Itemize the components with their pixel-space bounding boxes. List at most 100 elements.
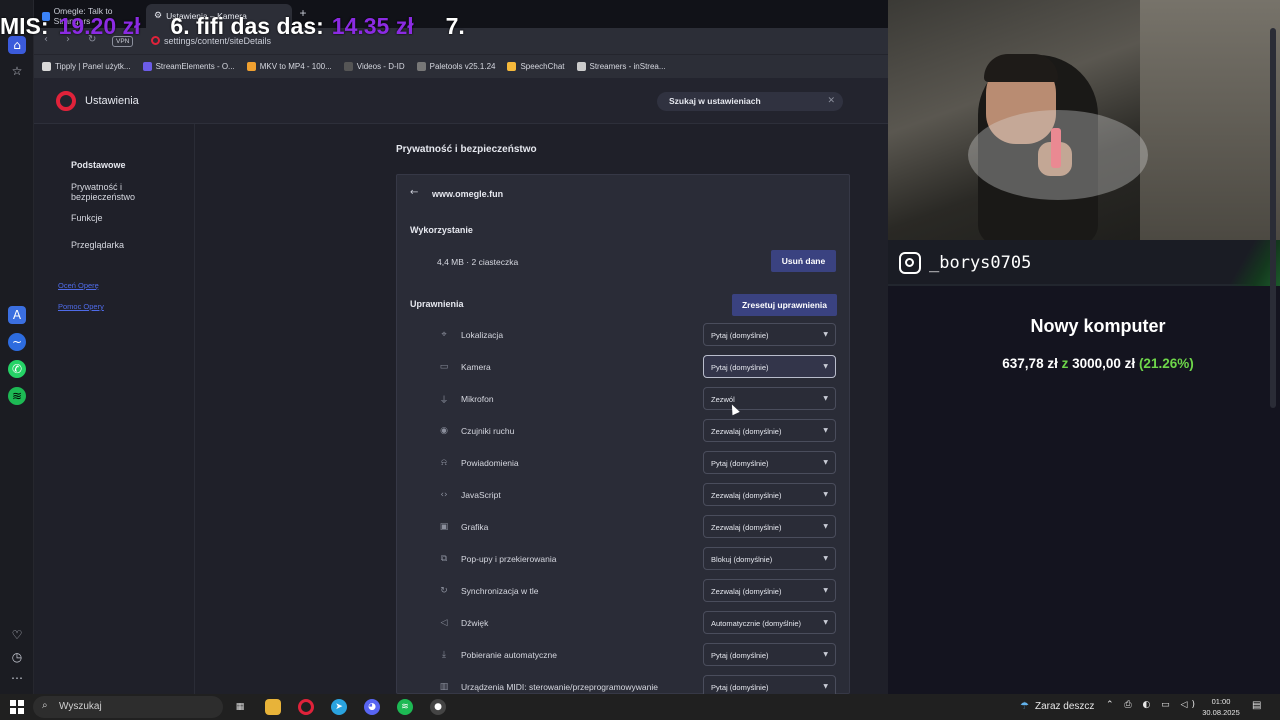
settings-header: Ustawienia Szukaj w ustawieniach ✕ xyxy=(34,78,888,124)
chevron-down-icon: ▼ xyxy=(823,427,828,434)
sync-icon: ↻ xyxy=(440,586,448,596)
section-title: Prywatność i bezpieczeństwo xyxy=(396,144,537,155)
star-icon[interactable]: ☆ xyxy=(8,62,26,80)
permission-select[interactable]: Blokuj (domyślnie) ▼ xyxy=(703,547,836,570)
permission-row: ⤓ Pobieranie automatyczne Pytaj (domyślnie… xyxy=(397,643,851,667)
taskbar-search-input[interactable]: ⌕ Wyszukaj xyxy=(33,696,223,718)
site-details-card: ← www.omegle.fun Wykorzystanie 4,4 MB · … xyxy=(396,174,851,698)
microphone-icon: ⏚ xyxy=(439,395,449,406)
opera-sidebar: ⌂ ☆ A ~ ✆ ≋ ♡ ◷ ⋯ xyxy=(0,0,34,694)
permission-row: ◉ Czujniki ruchu Zezwalaj (domyślnie) ▼ xyxy=(397,419,851,443)
clock[interactable]: 01:00 30.08.2025 xyxy=(1201,696,1241,718)
permission-value: Automatycznie (domyślnie) xyxy=(711,619,802,628)
opera-help-link[interactable]: Pomoc Opery xyxy=(58,302,104,311)
aria-icon[interactable]: A xyxy=(8,306,26,324)
start-button[interactable] xyxy=(10,700,24,714)
obs-icon[interactable]: ● xyxy=(430,699,446,715)
close-icon[interactable]: ✕ xyxy=(827,95,835,106)
chevron-down-icon: ▼ xyxy=(823,555,828,562)
spotify-icon[interactable]: ≋ xyxy=(8,387,26,405)
chevron-down-icon: ▼ xyxy=(823,491,828,498)
more-icon[interactable]: ⋯ xyxy=(8,669,26,687)
nav-item-privacy[interactable]: Prywatność i bezpieczeństwo xyxy=(71,182,155,202)
permission-row: ▭ Kamera Pytaj (domyślnie) ▼ xyxy=(397,355,851,379)
instagram-handle: _borys0705 xyxy=(929,253,1032,273)
permission-select[interactable]: Pytaj (domyślnie) ▼ xyxy=(703,451,836,474)
permission-value: Pytaj (domyślnie) xyxy=(711,459,769,468)
file-explorer-icon[interactable] xyxy=(265,699,281,715)
bookmark-item[interactable]: Paletools v25.1.24 xyxy=(416,62,495,71)
permission-row: ◁ Dźwięk Automatycznie (domyślnie) ▼ xyxy=(397,611,851,635)
permission-select[interactable]: Zezwalaj (domyślnie) ▼ xyxy=(703,579,836,602)
permission-select[interactable]: Zezwalaj (domyślnie) ▼ xyxy=(703,483,836,506)
windows-taskbar: ⌕ Wyszukaj ▦ ➤ ◕ ≋ ● ☂ Zaraz deszcz ⌃ ⎙ ◐… xyxy=(0,694,1280,720)
settings-search-input[interactable]: Szukaj w ustawieniach ✕ xyxy=(657,92,843,111)
task-view-icon[interactable]: ▦ xyxy=(232,699,248,715)
stream-panel: _borys0705 Nowy komputer 637,78 zł z 300… xyxy=(888,0,1280,694)
chevron-down-icon: ▼ xyxy=(823,395,828,402)
messenger-icon[interactable]: ~ xyxy=(8,333,26,351)
weather-widget[interactable]: ☂ Zaraz deszcz xyxy=(1020,701,1094,712)
midi-icon: ▥ xyxy=(439,682,449,692)
bookmark-favicon-icon xyxy=(142,62,152,71)
bookmark-item[interactable]: MKV to MP4 - 100... xyxy=(246,62,332,71)
bookmark-item[interactable]: StreamElements - O... xyxy=(142,62,235,71)
permission-select[interactable]: Pytaj (domyślnie) ▼ xyxy=(703,355,836,378)
permission-value: Pytaj (domyślnie) xyxy=(711,683,769,692)
code-icon: ‹› xyxy=(440,490,448,500)
page-scrollbar[interactable] xyxy=(1270,28,1276,408)
bookmark-item[interactable]: Streamers - inStrea... xyxy=(576,62,666,71)
permission-select[interactable]: Zezwalaj (domyślnie) ▼ xyxy=(703,515,836,538)
bookmark-favicon-icon xyxy=(42,62,51,71)
ticker-part2-value: 14.35 zł xyxy=(331,12,414,39)
opera-taskbar-icon[interactable] xyxy=(298,699,314,715)
history-icon[interactable]: ◷ xyxy=(8,648,26,666)
nav-item-basic[interactable]: Podstawowe xyxy=(71,160,126,170)
usage-heading: Wykorzystanie xyxy=(410,225,473,235)
whatsapp-icon[interactable]: ✆ xyxy=(8,360,26,378)
opera-logo-icon xyxy=(56,91,76,111)
telegram-icon[interactable]: ➤ xyxy=(331,699,347,715)
instagram-icon xyxy=(899,252,921,274)
permission-value: Pytaj (domyślnie) xyxy=(711,651,769,660)
permission-row: ⌖ Lokalizacja Pytaj (domyślnie) ▼ xyxy=(397,323,851,347)
chevron-down-icon: ▼ xyxy=(823,651,828,658)
discord-icon[interactable]: ◕ xyxy=(364,699,380,715)
chevron-down-icon: ▼ xyxy=(823,523,828,530)
reset-permissions-button[interactable]: Zresetuj uprawnienia xyxy=(732,294,837,316)
back-arrow-icon[interactable]: ← xyxy=(410,187,418,198)
permission-select[interactable]: Automatycznie (domyślnie) ▼ xyxy=(703,611,836,634)
clock-time: 01:00 xyxy=(1211,697,1231,706)
chevron-down-icon: ▼ xyxy=(823,459,828,466)
nav-item-browser[interactable]: Przeglądarka xyxy=(71,240,124,250)
bookmark-item[interactable]: Videos - D-ID xyxy=(343,62,405,71)
settings-search-text: Szukaj w ustawieniach xyxy=(669,96,761,106)
permission-value: Pytaj (domyślnie) xyxy=(711,331,769,340)
bookmarks-bar: Tipply | Panel użytk... StreamElements - … xyxy=(34,54,888,78)
download-icon: ⤓ xyxy=(442,650,446,660)
chevron-down-icon: ▼ xyxy=(823,363,828,370)
bookmark-item[interactable]: Tipply | Panel użytk... xyxy=(42,62,131,71)
goal-of: z xyxy=(1061,356,1069,371)
permission-select[interactable]: Zezwalaj (domyślnie) ▼ xyxy=(703,419,836,442)
heart-icon[interactable]: ♡ xyxy=(8,626,26,644)
permission-select[interactable]: Zezwól ▼ xyxy=(703,387,836,410)
goal-title: Nowy komputer xyxy=(1030,316,1166,336)
permission-value: Zezwalaj (domyślnie) xyxy=(711,427,782,436)
permission-select[interactable]: Pytaj (domyślnie) ▼ xyxy=(703,323,836,346)
nav-item-features[interactable]: Funkcje xyxy=(71,213,103,223)
spotify-taskbar-icon[interactable]: ≋ xyxy=(397,699,413,715)
permissions-heading: Uprawnienia xyxy=(410,299,464,309)
goal-target: 3000,00 zł xyxy=(1072,356,1136,371)
bookmark-label: Streamers - inStrea... xyxy=(589,62,666,71)
settings-page: Ustawienia Szukaj w ustawieniach ✕ Podst… xyxy=(34,78,888,698)
permission-select[interactable]: Pytaj (domyślnie) ▼ xyxy=(703,643,836,666)
popup-icon: ⧉ xyxy=(440,554,448,564)
notification-icon[interactable]: ▤ xyxy=(1252,700,1261,711)
rate-opera-link[interactable]: Oceń Operę xyxy=(58,281,99,290)
clear-data-button[interactable]: Usuń dane xyxy=(771,250,836,272)
system-tray[interactable]: ⌃ ⎙ ◐ ▭ ◁) xyxy=(1106,700,1199,710)
chevron-down-icon: ▼ xyxy=(823,587,828,594)
goal-progress: 637,78 zł z 3000,00 zł (21.26%) xyxy=(888,356,1280,371)
bookmark-item[interactable]: SpeechChat xyxy=(507,62,565,71)
